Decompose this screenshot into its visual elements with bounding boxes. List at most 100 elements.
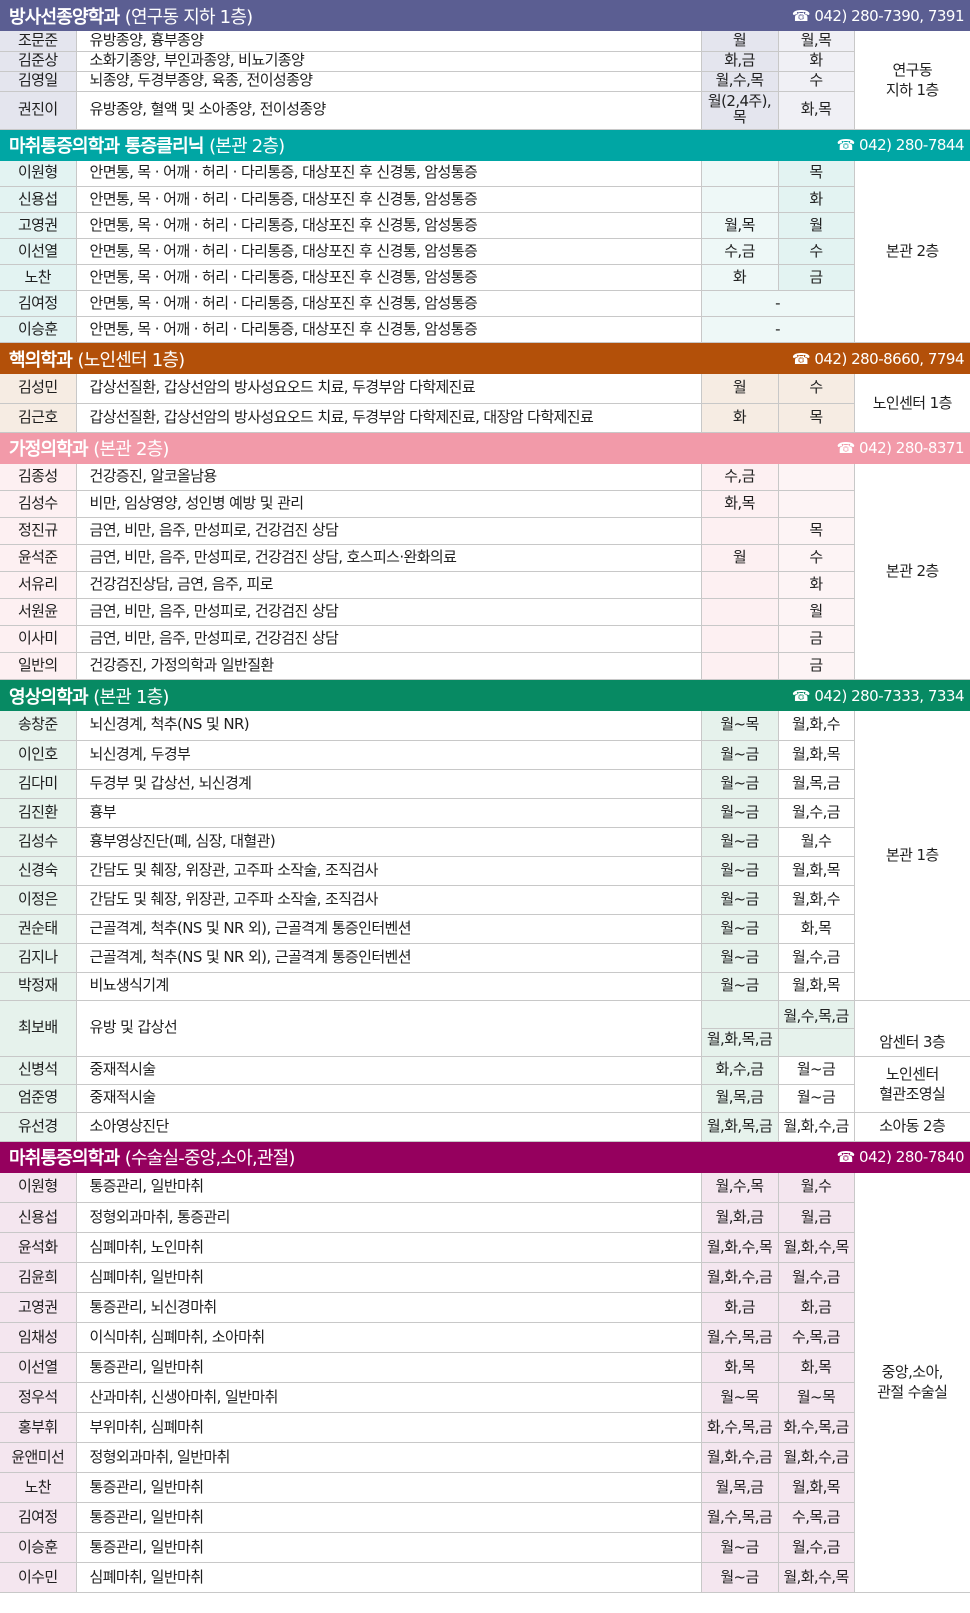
clinic-location: 노인센터 혈관조영실 xyxy=(854,1056,970,1113)
department-header: 마취통증의학과 (수술실-중앙,소아,관절) ☎ 042) 280-7840 xyxy=(0,1141,970,1173)
department-name: 핵의학과 xyxy=(9,349,73,371)
schedule-day-2: 월,화,수,목 xyxy=(778,1232,855,1263)
table-row: 서원윤 금연, 비만, 음주, 만성피로, 건강검진 상담 월 xyxy=(0,598,970,626)
specialty: 안면통, 목 · 어깨 · 허리 · 다리통증, 대상포진 후 신경통, 암성통… xyxy=(76,264,702,291)
schedule-day-1: 월 xyxy=(701,374,779,404)
schedule-day-2: 월,화,수,목 xyxy=(778,1562,855,1593)
table-row: 김종성 건강증진, 알코올남용 수,금 본관 2층 xyxy=(0,463,970,680)
doctor-name: 신용섭 xyxy=(0,1202,77,1233)
specialty: 간담도 및 췌장, 위장관, 고주파 소작술, 조직검사 xyxy=(76,885,702,915)
department-phone[interactable]: ☎ 042) 280-8371 xyxy=(836,439,965,457)
specialty: 소화기종양, 부인과종양, 비뇨기종양 xyxy=(76,51,702,72)
doctor-name: 이승훈 xyxy=(0,316,77,343)
phone-icon: ☎ xyxy=(836,439,856,457)
department-phone[interactable]: ☎ 042) 280-7333, 7334 xyxy=(792,687,965,705)
schedule-day-1: 월(2,4주), 목 xyxy=(701,91,779,130)
schedule-day-2: 월,수,목,금 xyxy=(778,1000,855,1029)
schedule-day-1: 월,목 xyxy=(701,212,779,239)
table-row: 신용섭 정형외과마취, 통증관리 월,화,금 월,금 xyxy=(0,1202,970,1233)
schedule-table: 김종성 건강증진, 알코올남용 수,금 본관 2층 김성수 비만, 임상영양, 성인병 예… xyxy=(0,463,970,680)
schedule-day-1: 수,금 xyxy=(701,238,779,265)
schedule-day-1: 월,화,수,금 xyxy=(701,1442,779,1473)
department-name: 가정의학과 xyxy=(9,439,89,460)
table-row: 김근호 갑상선질환, 갑상선암의 방사성요오드 치료, 두경부암 다학제진료, 대… xyxy=(0,403,970,433)
department-location: (연구동 지하 1층) xyxy=(124,6,253,28)
clinic-location: 본관 1층 xyxy=(854,711,970,1001)
schedule-table: 이원형 통증관리, 일반마취 월,수,목 월,수 중앙,소아, 관절 수술실 신용섭 정형외… xyxy=(0,1172,970,1593)
table-row: 박정재 비뇨생식기계 월~금 월,화,목 xyxy=(0,972,970,1001)
schedule-day-2: 월,금 xyxy=(778,1202,855,1233)
schedule-day-2: 월,화,목 xyxy=(778,740,855,770)
schedule-day-1: 월,수,목,금 xyxy=(701,1502,779,1533)
schedule-day-2: 월,목,금 xyxy=(778,769,855,799)
doctor-name: 이승훈 xyxy=(0,1532,77,1563)
doctor-name: 김근호 xyxy=(0,403,77,433)
schedule-day-2: 월~금 xyxy=(778,1056,855,1085)
table-row: 김성수 비만, 임상영양, 성인병 예방 및 관리 화,목 xyxy=(0,490,970,518)
specialty: 산과마취, 신생아마취, 일반마취 xyxy=(76,1382,702,1413)
doctor-name: 이사미 xyxy=(0,625,77,653)
table-row: 엄준영 중재적시술 월,목,금 월~금 xyxy=(0,1084,970,1113)
doctor-name: 정진규 xyxy=(0,517,77,545)
department-phone[interactable]: ☎ 042) 280-7390, 7391 xyxy=(791,6,965,25)
table-row: 이원형 통증관리, 일반마취 월,수,목 월,수 중앙,소아, 관절 수술실 xyxy=(0,1172,970,1593)
table-row: 이승훈 안면통, 목 · 어깨 · 허리 · 다리통증, 대상포진 후 신경통, … xyxy=(0,316,970,343)
schedule-day-1: 화,목 xyxy=(701,1352,779,1383)
doctor-name: 송창준 xyxy=(0,711,77,741)
schedule-day-2: 목 xyxy=(778,403,855,433)
schedule-day-2: 월,화,수,금 xyxy=(778,1442,855,1473)
phone-number: 042) 280-7844 xyxy=(859,136,964,154)
schedule-day-1: 화,금 xyxy=(701,51,779,72)
schedule-table: 이원형안면통, 목 · 어깨 · 허리 · 다리통증, 대상포진 후 신경통, … xyxy=(0,160,970,343)
department-title: 방사선종양학과 (연구동 지하 1층) xyxy=(9,3,253,29)
schedule-day-1: 월,수,목 xyxy=(701,71,779,92)
specialty: 안면통, 목 · 어깨 · 허리 · 다리통증, 대상포진 후 신경통, 암성통… xyxy=(76,212,702,239)
schedule-day-1 xyxy=(701,186,779,213)
schedule-day-2: 월,수,금 xyxy=(778,1532,855,1563)
department-name: 영상의학과 xyxy=(9,686,89,708)
phone-icon: ☎ xyxy=(791,6,811,25)
schedule-day-1: 월,수,목 xyxy=(701,1172,779,1203)
schedule-day-2: 수 xyxy=(778,544,855,572)
schedule-day-2: 월,화,목 xyxy=(778,856,855,886)
doctor-name: 김준상 xyxy=(0,51,77,72)
department-name: 마취통증의학과 통증클리닉 xyxy=(9,136,204,157)
table-row: 김진환 흉부 월~금 월,수,금 xyxy=(0,798,970,828)
specialty: 건강검진상담, 금연, 음주, 피로 xyxy=(76,571,702,599)
department-phone[interactable]: ☎ 042) 280-8660, 7794 xyxy=(792,350,965,368)
specialty: 금연, 비만, 음주, 만성피로, 건강검진 상담 xyxy=(76,517,702,545)
table-row: 김다미 두경부 및 갑상선, 뇌신경계 월~금 월,목,금 xyxy=(0,769,970,799)
department-phone[interactable]: ☎ 042) 280-7840 xyxy=(837,1148,965,1166)
doctor-name: 노찬 xyxy=(0,264,77,291)
doctor-name: 이원형 xyxy=(0,160,77,187)
specialty: 흉부 xyxy=(76,798,702,828)
schedule-day-1: 화,수,금 xyxy=(701,1056,779,1085)
schedule-day-2: 월 xyxy=(778,212,855,239)
specialty: 두경부 및 갑상선, 뇌신경계 xyxy=(76,769,702,799)
department-section: 마취통증의학과 통증클리닉 (본관 2층) ☎ 042) 280-7844 이원형 안… xyxy=(0,129,970,343)
table-row: 권순태 근골격계, 척추(NS 및 NR 외), 근골격계 통증인터벤션 월~금 화,… xyxy=(0,914,970,944)
department-name: 방사선종양학과 xyxy=(9,6,120,28)
department-phone[interactable]: ☎ 042) 280-7844 xyxy=(837,136,965,154)
specialty: 안면통, 목 · 어깨 · 허리 · 다리통증, 대상포진 후 신경통, 암성통… xyxy=(76,238,702,265)
schedule-day-1: 월~금 xyxy=(701,1532,779,1563)
table-row: 최보배 유방 및 갑상선 월,수,목,금 xyxy=(0,1000,970,1057)
specialty: 통증관리, 일반마취 xyxy=(76,1532,702,1563)
schedule-day-1: 월,화,수,목 xyxy=(701,1232,779,1263)
table-row: 정진규 금연, 비만, 음주, 만성피로, 건강검진 상담 목 xyxy=(0,517,970,545)
specialty: 비만, 임상영양, 성인병 예방 및 관리 xyxy=(76,490,702,518)
schedule-day-1: 월,목,금 xyxy=(701,1472,779,1503)
schedule-day-1: 월~목 xyxy=(701,1382,779,1413)
doctor-name: 김종성 xyxy=(0,463,77,491)
specialty: 갑상선질환, 갑상선암의 방사성요오드 치료, 두경부암 다학제진료, 대장암 … xyxy=(76,403,702,433)
doctor-name: 김성수 xyxy=(0,827,77,857)
table-row: 김지나 근골격계, 척추(NS 및 NR 외), 근골격계 통증인터벤션 월~금 월,… xyxy=(0,943,970,973)
department-section: 가정의학과 (본관 2층) ☎ 042) 280-8371 김종성 건강증진, 알코올… xyxy=(0,432,970,680)
doctor-name: 이원형 xyxy=(0,1172,77,1203)
table-row: 신경숙 간담도 및 췌장, 위장관, 고주파 소작술, 조직검사 월~금 월,화,목 xyxy=(0,856,970,886)
schedule-unavailable: - xyxy=(701,316,855,343)
specialty: 안면통, 목 · 어깨 · 허리 · 다리통증, 대상포진 후 신경통, 암성통… xyxy=(76,290,702,317)
clinic-location: 노인센터 1층 xyxy=(854,374,970,433)
specialty: 안면통, 목 · 어깨 · 허리 · 다리통증, 대상포진 후 신경통, 암성통… xyxy=(76,316,702,343)
schedule-day-2: 화,금 xyxy=(778,1292,855,1323)
